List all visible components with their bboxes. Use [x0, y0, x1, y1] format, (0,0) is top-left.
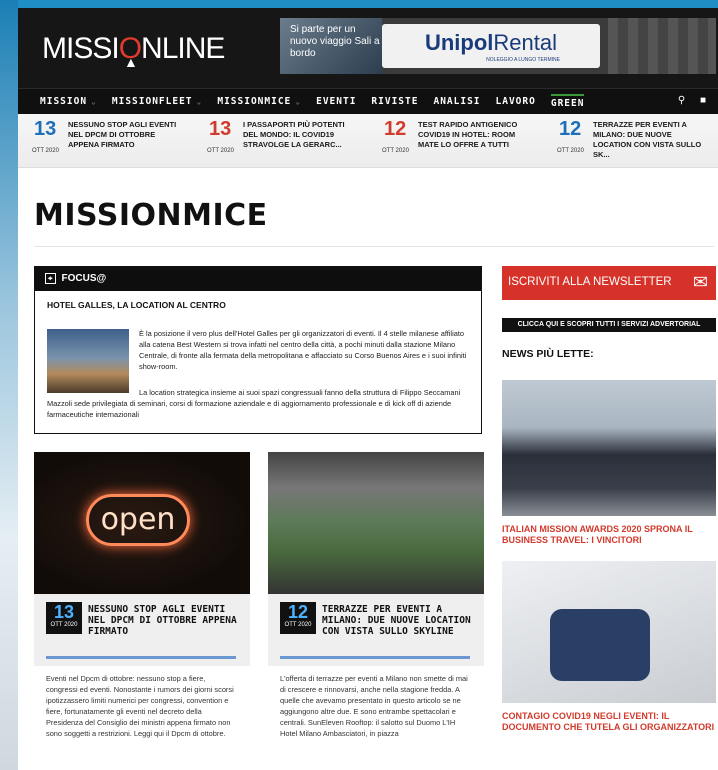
logo-part1: MISSI	[42, 32, 120, 65]
chevron-down-icon: ⌄	[91, 97, 97, 106]
article-image[interactable]	[268, 452, 484, 594]
ticker-item[interactable]: 12 OTT 2020 TEST RAPIDO ANTIGENICO COVID…	[368, 114, 543, 167]
page: MISSIONLINE ▲ Si parte per un nuovo viag…	[18, 8, 718, 770]
ticker-month: OTT 2020	[207, 148, 234, 154]
focus-paragraph: La location strategica insieme ai suoi s…	[47, 388, 461, 419]
ad-text: Si parte per un nuovo viaggio Sali a bor…	[290, 24, 380, 59]
article-card[interactable]: 12 OTT 2020 TERRAZZE PER EVENTI A MILANO…	[268, 452, 484, 739]
nav-icons: ⚲ ■	[666, 95, 706, 106]
nav-item-analisi[interactable]: ANALISI	[433, 96, 480, 107]
ticker-month: OTT 2020	[382, 148, 409, 154]
ad-brand-name: Unipol	[424, 30, 494, 55]
site-logo[interactable]: MISSIONLINE ▲	[42, 32, 225, 70]
focus-header-label: FOCUS@	[61, 273, 107, 284]
ticker-item[interactable]: 13 OTT 2020 NESSUNO STOP AGLI EVENTI NEL…	[18, 114, 193, 167]
ticker-item[interactable]: 13 OTT 2020 I PASSAPORTI PIÙ POTENTI DEL…	[193, 114, 368, 167]
article-card[interactable]: open 13 OTT 2020 NESSUNO STOP AGLI EVENT…	[34, 452, 250, 739]
nav-item-missionfleet[interactable]: MISSIONFLEET ⌄	[112, 96, 202, 107]
date-badge: 13 OTT 2020	[46, 602, 82, 634]
nav-item-green[interactable]: GREEN	[550, 94, 585, 109]
ticker-day: 12	[559, 118, 582, 140]
ad-brand-name2: Rental	[493, 30, 558, 55]
ad-image-right	[608, 18, 716, 74]
news-image[interactable]	[502, 380, 716, 516]
focus-icon: ⌖	[45, 273, 56, 284]
date-day: 13	[53, 602, 75, 622]
logo-part3: NLINE	[141, 32, 225, 65]
date-month: OTT 2020	[46, 622, 82, 628]
ticker-day: 13	[34, 118, 57, 140]
background-left	[0, 0, 18, 770]
ticker-day: 12	[384, 118, 407, 140]
nav-item-eventi[interactable]: EVENTI	[316, 96, 356, 107]
article-title[interactable]: NESSUNO STOP AGLI EVENTI NEL DPCM DI OTT…	[88, 604, 244, 637]
mask-image	[550, 609, 650, 681]
nav-item-missionmice[interactable]: MISSIONMICE ⌄	[217, 96, 301, 107]
ticker-text: NESSUNO STOP AGLI EVENTI NEL DPCM DI OTT…	[68, 120, 177, 149]
divider	[280, 656, 470, 659]
chevron-down-icon: ⌄	[196, 97, 203, 106]
ad-tagline: NOLEGGIO A LUNGO TERMINE	[486, 57, 560, 63]
date-badge: 12 OTT 2020	[280, 602, 316, 634]
focus-paragraph: È la posizione il vero plus dell'Hotel G…	[139, 329, 467, 371]
nav-item-mission[interactable]: MISSION ⌄	[40, 96, 97, 107]
main-nav: MISSION ⌄ MISSIONFLEET ⌄ MISSIONMICE ⌄ EVEN…	[18, 88, 718, 114]
article-excerpt: L'offerta di terrazze per eventi a Milan…	[280, 674, 468, 738]
banner-ad[interactable]: Si parte per un nuovo viaggio Sali a bor…	[280, 18, 716, 74]
lock-icon[interactable]: ■	[700, 95, 706, 106]
article-title[interactable]: TERRAZZE PER EVENTI A MILANO: DUE NUOVE …	[322, 604, 478, 637]
focus-header: ⌖ FOCUS@	[35, 267, 481, 291]
sidebar: ISCRIVITI ALLA NEWSLETTER ✉ CLICCA QUI E…	[502, 266, 716, 732]
focus-box[interactable]: ⌖ FOCUS@ HOTEL GALLES, LA LOCATION AL CEN…	[34, 266, 482, 434]
newsletter-label: ISCRIVITI ALLA NEWSLETTER	[508, 276, 672, 288]
divider	[46, 656, 236, 659]
ticker-month: OTT 2020	[32, 148, 59, 154]
neon-open-sign: open	[86, 494, 190, 546]
ticker-month: OTT 2020	[557, 148, 584, 154]
ticker-text: TERRAZZE PER EVENTI A MILANO: DUE NUOVE …	[593, 120, 702, 159]
focus-subtitle[interactable]: HOTEL GALLES, LA LOCATION AL CENTRO	[47, 300, 481, 310]
header: MISSIONLINE ▲ Si parte per un nuovo viag…	[18, 8, 718, 88]
search-icon[interactable]: ⚲	[678, 95, 685, 106]
news-title[interactable]: ITALIAN MISSION AWARDS 2020 SPRONA IL BU…	[502, 524, 716, 545]
ticker-day: 13	[209, 118, 232, 140]
news-image[interactable]	[502, 561, 716, 703]
ad-brand: UnipolRental NOLEGGIO A LUNGO TERMINE	[382, 24, 600, 68]
cursor-icon: ▲	[124, 54, 138, 70]
nav-item-riviste[interactable]: RIVISTE	[371, 96, 418, 107]
envelope-icon: ✉	[692, 272, 708, 292]
news-ticker: 13 OTT 2020 NESSUNO STOP AGLI EVENTI NEL…	[18, 114, 718, 168]
date-day: 12	[287, 602, 309, 622]
news-header: NEWS PIÙ LETTE:	[502, 348, 594, 360]
nav-item-lavoro[interactable]: LAVORO	[496, 96, 536, 107]
chevron-down-icon: ⌄	[295, 97, 302, 106]
hotel-image[interactable]	[47, 329, 129, 393]
date-month: OTT 2020	[280, 622, 316, 628]
article-excerpt: Eventi nel Dpcm di ottobre: nessuno stop…	[46, 674, 234, 738]
newsletter-button[interactable]: ISCRIVITI ALLA NEWSLETTER ✉	[502, 266, 716, 300]
page-title: MISSIONMICE	[34, 198, 268, 233]
advertorial-link[interactable]: CLICCA QUI E SCOPRI TUTTI I SERVIZI ADVE…	[502, 318, 716, 332]
ticker-item[interactable]: 12 OTT 2020 TERRAZZE PER EVENTI A MILANO…	[543, 114, 718, 167]
divider	[34, 246, 714, 247]
ticker-text: TEST RAPIDO ANTIGENICO COVID19 IN HOTEL:…	[418, 120, 518, 149]
article-image[interactable]: open	[34, 452, 250, 594]
news-title[interactable]: CONTAGIO COVID19 NEGLI EVENTI: IL DOCUME…	[502, 711, 716, 732]
ticker-text: I PASSAPORTI PIÙ POTENTI DEL MONDO: IL C…	[243, 120, 345, 149]
